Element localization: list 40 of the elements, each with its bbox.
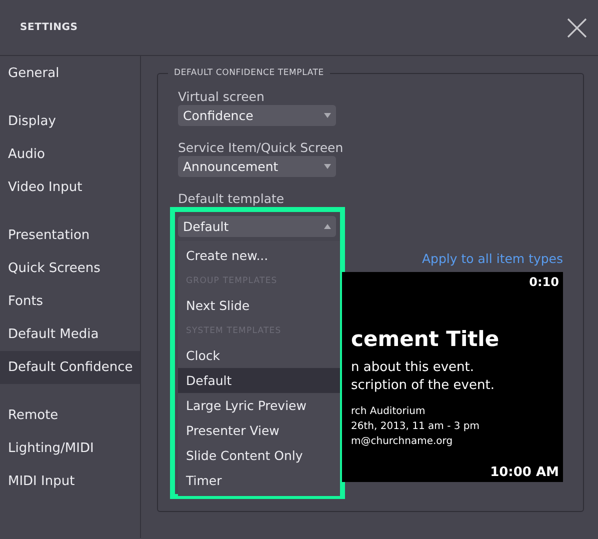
preview-detail: 26th, 2013, 11 am - 3 pm — [351, 420, 481, 434]
sidebar-item[interactable]: Video Input — [0, 171, 140, 204]
sidebar-item[interactable]: Default Confidence — [0, 351, 140, 384]
sidebar-item[interactable]: Quick Screens — [0, 252, 140, 285]
menu-item[interactable]: Presenter View — [178, 418, 340, 443]
menu-item[interactable]: Timer — [178, 468, 340, 493]
sidebar-item[interactable]: General — [0, 57, 140, 90]
dropdown-select[interactable]: Confidence — [178, 105, 336, 126]
caret-icon — [324, 224, 331, 229]
menu-item[interactable]: Slide Content Only — [178, 443, 340, 468]
preview-text: n about this event. — [351, 359, 476, 377]
sidebar-item[interactable]: Display — [0, 105, 140, 138]
caret-icon — [324, 164, 331, 169]
clock-text: 10:00 AM — [490, 465, 559, 480]
menu-item[interactable]: Default — [178, 368, 340, 393]
caret-icon — [324, 113, 331, 118]
preview-title: cement Title — [351, 327, 500, 351]
sidebar-item[interactable]: Lighting/MIDI — [0, 432, 140, 465]
sidebar-item[interactable]: Default Media — [0, 318, 140, 351]
sidebar-item[interactable]: Remote — [0, 399, 140, 432]
menu-item[interactable]: Clock — [178, 343, 340, 368]
sidebar-item[interactable]: Fonts — [0, 285, 140, 318]
close-icon[interactable] — [567, 18, 587, 38]
menu-item[interactable]: Large Lyric Preview — [178, 393, 340, 418]
field-label: Service Item/Quick Screen — [178, 140, 344, 155]
sidebar-item[interactable]: Audio — [0, 138, 140, 171]
preview-detail: rch Auditorium — [351, 405, 426, 419]
menu-item[interactable]: Create new... — [178, 243, 340, 268]
preview-text: scription of the event. — [351, 377, 496, 395]
countdown-text: 0:10 — [529, 275, 559, 289]
menu-item[interactable]: Next Slide — [178, 293, 340, 318]
dropdown-select[interactable]: Default — [178, 216, 336, 237]
dropdown-select[interactable]: Announcement — [178, 156, 336, 177]
field-label: Default template — [178, 191, 284, 206]
sidebar-item[interactable]: Presentation — [0, 219, 140, 252]
section-title: DEFAULT CONFIDENCE TEMPLATE — [168, 68, 330, 78]
window-title: SETTINGS — [20, 22, 78, 33]
preview-detail: m@churchname.org — [351, 435, 454, 449]
field-label: Virtual screen — [178, 89, 264, 104]
sidebar-item[interactable]: MIDI Input — [0, 465, 140, 498]
